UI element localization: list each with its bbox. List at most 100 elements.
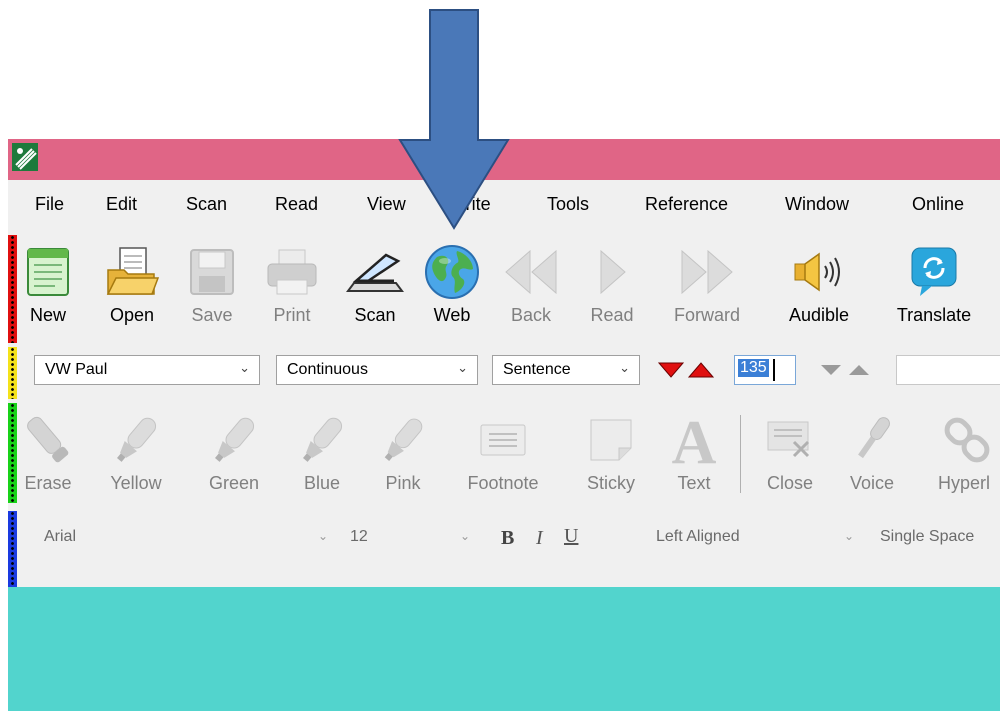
scan-button[interactable]: Scan — [346, 235, 404, 335]
pitch-up-icon[interactable] — [848, 364, 870, 376]
speed-down-icon[interactable] — [658, 362, 684, 378]
erase-label: Erase — [24, 473, 72, 493]
chevron-down-icon: ⌄ — [239, 360, 250, 375]
sticky-note-icon — [590, 419, 632, 461]
menu-file[interactable]: File — [35, 194, 64, 215]
microphone-icon — [858, 417, 890, 459]
toolbar-grip[interactable] — [8, 511, 17, 587]
pitch-input[interactable] — [896, 355, 1000, 385]
line-spacing-value: Single Space — [880, 528, 975, 545]
open-folder-icon — [106, 247, 160, 295]
font-value: Arial — [44, 528, 77, 545]
text-note-button[interactable]: A Text — [664, 403, 724, 503]
yellow-highlight-button[interactable]: Yellow — [108, 403, 164, 503]
alignment-select[interactable]: Left Aligned ⌄ — [648, 521, 862, 553]
chevron-down-icon: ⌄ — [619, 360, 630, 375]
hyperlink-button[interactable]: Hyperl — [932, 403, 1000, 503]
voice-select[interactable]: VW Paul ⌄ — [34, 355, 260, 385]
new-button[interactable]: New — [22, 235, 74, 335]
speaker-icon — [794, 252, 840, 292]
floppy-disk-icon — [190, 249, 234, 295]
menu-online[interactable]: Online — [912, 194, 964, 215]
text-cursor — [773, 359, 775, 381]
bold-button[interactable]: B — [501, 527, 514, 550]
speed-up-icon[interactable] — [688, 362, 714, 378]
menu-reference[interactable]: Reference — [645, 194, 728, 215]
audible-label: Audible — [788, 305, 850, 325]
speed-input[interactable]: 135 — [734, 355, 796, 385]
translate-label: Translate — [896, 305, 972, 325]
toolbar-grip[interactable] — [8, 235, 17, 343]
erase-button[interactable]: Erase — [22, 403, 74, 503]
menu-scan[interactable]: Scan — [186, 194, 227, 215]
italic-button[interactable]: I — [536, 527, 543, 550]
font-size-select[interactable]: 12 ⌄ — [342, 521, 478, 553]
print-label: Print — [273, 305, 311, 325]
speed-value: 135 — [738, 359, 769, 377]
eraser-icon — [27, 416, 69, 463]
reading-mode-value: Continuous — [287, 361, 368, 378]
read-button[interactable]: Read — [588, 235, 636, 335]
green-highlight-button[interactable]: Green — [204, 403, 264, 503]
voice-note-button[interactable]: Voice — [842, 403, 902, 503]
web-button[interactable]: Web — [422, 235, 482, 335]
sticky-label: Sticky — [586, 473, 635, 493]
text-label: Text — [677, 473, 711, 493]
back-button[interactable]: Back — [502, 235, 560, 335]
save-button[interactable]: Save — [186, 235, 238, 335]
back-label: Back — [510, 305, 552, 325]
globe-icon — [425, 245, 479, 299]
pink-highlighter-icon — [384, 418, 423, 462]
hyperlink-label: Hyperl — [938, 473, 991, 493]
hyperlink-icon — [944, 417, 990, 463]
menu-read[interactable]: Read — [275, 194, 318, 215]
app-logo-icon[interactable] — [12, 143, 38, 171]
svg-text:A: A — [672, 411, 717, 469]
reading-toolbar: VW Paul ⌄ Continuous ⌄ Sentence ⌄ 135 — [8, 343, 1000, 403]
close-note-button[interactable]: Close — [758, 403, 822, 503]
speed-controls — [656, 355, 734, 385]
audible-button[interactable]: Audible — [778, 235, 860, 335]
reading-unit-select[interactable]: Sentence ⌄ — [492, 355, 640, 385]
pitch-controls — [818, 355, 890, 385]
forward-button[interactable]: Forward — [668, 235, 746, 335]
toolbar-grip[interactable] — [8, 347, 17, 399]
blue-label: Blue — [303, 473, 341, 493]
open-button[interactable]: Open — [102, 235, 162, 335]
forward-label: Forward — [673, 305, 740, 325]
new-document-icon — [27, 248, 69, 296]
reading-mode-select[interactable]: Continuous ⌄ — [276, 355, 478, 385]
menu-edit[interactable]: Edit — [106, 194, 137, 215]
play-icon — [600, 249, 626, 295]
voice-value: VW Paul — [45, 361, 108, 378]
blue-highlight-button[interactable]: Blue — [296, 403, 348, 503]
print-button[interactable]: Print — [264, 235, 320, 335]
underline-button[interactable]: U — [564, 525, 578, 548]
sticky-button[interactable]: Sticky — [578, 403, 644, 503]
new-label: New — [29, 305, 66, 325]
menu-tools[interactable]: Tools — [547, 194, 589, 215]
printer-icon — [267, 249, 317, 295]
alignment-value: Left Aligned — [656, 528, 740, 545]
scan-label: Scan — [354, 305, 396, 325]
document-area[interactable] — [8, 587, 1000, 711]
reading-unit-value: Sentence — [503, 361, 571, 378]
font-size-value: 12 — [350, 528, 368, 545]
close-note-icon — [767, 421, 810, 458]
green-highlighter-icon — [214, 417, 255, 462]
scanner-icon — [346, 253, 404, 292]
read-label: Read — [590, 305, 634, 325]
green-label: Green — [208, 473, 260, 493]
footnote-button[interactable]: Footnote — [454, 403, 552, 503]
down-arrow-annotation-icon — [398, 9, 510, 230]
pink-highlight-button[interactable]: Pink — [378, 403, 428, 503]
pitch-down-icon[interactable] — [820, 364, 842, 376]
menu-window[interactable]: Window — [785, 194, 849, 215]
chevron-down-icon: ⌄ — [459, 529, 470, 543]
voice-label: Voice — [849, 473, 895, 493]
font-select[interactable]: Arial ⌄ — [36, 521, 336, 553]
yellow-label: Yellow — [110, 473, 162, 493]
text-icon: A — [672, 411, 717, 469]
line-spacing-select[interactable]: Single Space — [872, 521, 1000, 553]
translate-button[interactable]: Translate — [888, 235, 980, 335]
